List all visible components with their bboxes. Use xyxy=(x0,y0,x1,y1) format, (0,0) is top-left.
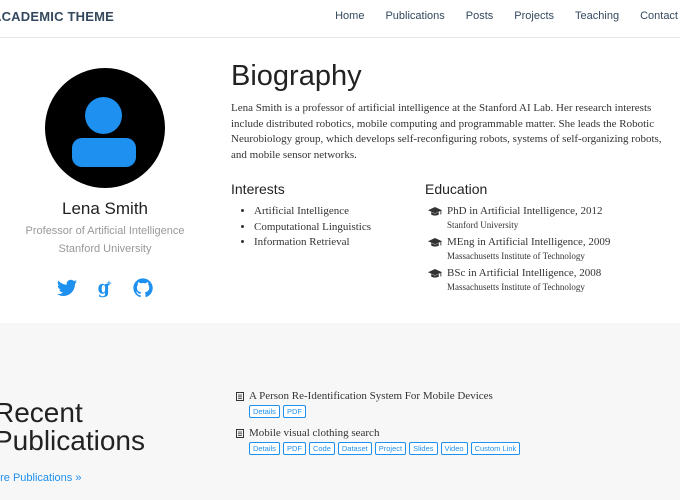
video-button[interactable]: Video xyxy=(440,442,468,455)
education-degree: BSc in Artificial Intelligence, 2008 xyxy=(447,267,602,279)
publication-item: A Person Re-Identification System For Mo… xyxy=(236,390,493,418)
site-brand[interactable]: ACADEMIC THEME xyxy=(0,9,114,24)
education-title: Education xyxy=(425,181,488,197)
education-degree: PhD in Artificial Intelligence, 2012 xyxy=(447,205,603,217)
interest-item: Information Retrieval xyxy=(254,235,371,251)
education-institution: Massachusetts Institute of Technology xyxy=(447,251,585,261)
nav-publications[interactable]: Publications xyxy=(385,10,444,22)
graduation-cap-icon xyxy=(428,207,442,216)
interests-list: Artificial Intelligence Computational Li… xyxy=(240,204,371,251)
education-institution: Stanford University xyxy=(447,220,519,230)
github-icon[interactable] xyxy=(132,277,154,299)
interest-item: Artificial Intelligence xyxy=(254,204,371,220)
graduation-cap-icon xyxy=(428,269,442,278)
publication-item: Mobile visual clothing search Details PD… xyxy=(236,427,521,455)
nav-contact[interactable]: Contact xyxy=(640,10,678,22)
custom-link-button[interactable]: Custom Link xyxy=(470,442,521,455)
avatar-head-shape xyxy=(85,97,122,134)
profile-role: Professor of Artificial Intelligence xyxy=(25,225,185,237)
education-institution: Massachusetts Institute of Technology xyxy=(447,282,585,292)
details-button[interactable]: Details xyxy=(249,405,280,418)
profile-name: Lena Smith xyxy=(62,199,148,218)
profile-card: Lena Smith Professor of Artificial Intel… xyxy=(20,68,190,299)
svg-text:+: + xyxy=(106,278,112,287)
navbar: ACADEMIC THEME Home Publications Posts P… xyxy=(0,0,680,38)
nav-posts[interactable]: Posts xyxy=(466,10,494,22)
nav-menu: Home Publications Posts Projects Teachin… xyxy=(314,10,678,22)
social-links: g + xyxy=(20,277,190,299)
profile-affiliation[interactable]: Stanford University xyxy=(20,243,190,255)
avatar-body-shape xyxy=(72,138,136,167)
publications-heading-line1: Recent xyxy=(0,397,83,428)
pdf-button[interactable]: PDF xyxy=(282,405,306,418)
more-publications-link[interactable]: ore Publications » xyxy=(0,472,81,484)
recent-publications-section: Recent Publications ore Publications » A… xyxy=(0,323,680,500)
twitter-icon[interactable] xyxy=(56,277,78,299)
document-icon xyxy=(236,428,244,438)
interest-item: Computational Linguistics xyxy=(254,220,371,236)
slides-button[interactable]: Slides xyxy=(409,442,438,455)
nav-teaching[interactable]: Teaching xyxy=(575,10,619,22)
biography-text: Lena Smith is a professor of artificial … xyxy=(231,102,662,161)
google-scholar-icon[interactable]: g + xyxy=(94,277,116,299)
avatar xyxy=(45,68,165,188)
education-degree: MEng in Artificial Intelligence, 2009 xyxy=(447,236,611,248)
biography-title: Biography xyxy=(231,60,362,92)
graduation-cap-icon xyxy=(428,238,442,247)
publications-heading: Recent Publications xyxy=(0,399,145,455)
project-button[interactable]: Project xyxy=(374,442,407,455)
nav-home[interactable]: Home xyxy=(335,10,364,22)
publication-title[interactable]: Mobile visual clothing search xyxy=(249,427,379,439)
code-button[interactable]: Code xyxy=(308,442,335,455)
publication-title[interactable]: A Person Re-Identification System For Mo… xyxy=(249,390,493,402)
pdf-button[interactable]: PDF xyxy=(282,442,306,455)
details-button[interactable]: Details xyxy=(249,442,280,455)
interests-title: Interests xyxy=(231,181,285,197)
publications-heading-line2: Publications xyxy=(0,425,145,456)
document-icon xyxy=(236,391,244,401)
nav-projects[interactable]: Projects xyxy=(514,10,554,22)
dataset-button[interactable]: Dataset xyxy=(337,442,372,455)
